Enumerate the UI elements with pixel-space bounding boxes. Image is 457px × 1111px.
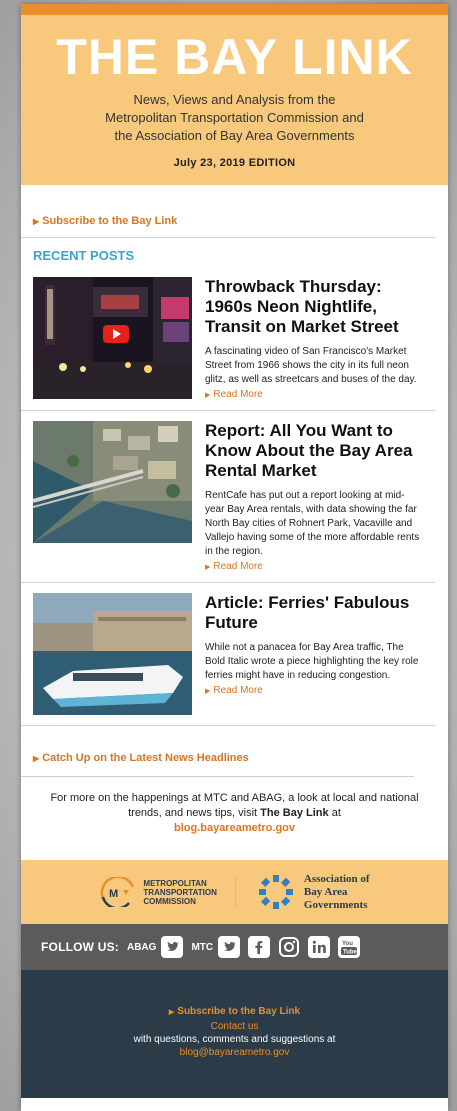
edition-date: July 23, 2019 EDITION <box>173 157 296 169</box>
read-more-link[interactable]: ▶ Read More <box>205 685 422 696</box>
masthead: THE BAY LINK News, Views and Analysis fr… <box>21 15 448 185</box>
email-link[interactable]: blog@bayareametro.gov <box>21 1047 448 1058</box>
contact-us-link[interactable]: Contact us <box>21 1021 448 1032</box>
newsletter: THE BAY LINK News, Views and Analysis fr… <box>21 4 448 1111</box>
linkedin-icon[interactable] <box>308 936 331 958</box>
contact-line: with questions, comments and suggestions… <box>133 1034 336 1045</box>
twitter-icon[interactable] <box>161 936 184 958</box>
svg-text:Tube: Tube <box>343 950 358 956</box>
footer: ▶ Subscribe to the Bay Link Contact us wi… <box>21 970 448 1098</box>
top-accent-bar <box>21 4 448 15</box>
mtc-label: MTC <box>191 941 214 953</box>
svg-text:You: You <box>342 941 353 947</box>
abag-name: Association of Bay Area Governments <box>304 873 370 912</box>
catchup-link-label: Catch Up on the Latest News Headlines <box>42 752 249 764</box>
read-more-label: Read More <box>213 685 263 696</box>
mtc-emblem-icon: M <box>101 877 135 907</box>
twitter-icon[interactable] <box>218 936 241 958</box>
post-thumbnail-aerial[interactable] <box>33 421 192 543</box>
follow-us-bar: FOLLOW US: ABAG MTC You Tube <box>21 924 448 970</box>
tagline: News, Views and Analysis from the Metrop… <box>21 91 448 145</box>
read-more-label: Read More <box>213 561 263 572</box>
post-thumbnail-ferry[interactable] <box>33 593 192 715</box>
abag-name-line: Governments <box>303 898 368 911</box>
ferry-image <box>33 593 192 715</box>
subscribe-link[interactable]: ▶ Subscribe to the Bay Link <box>33 215 177 227</box>
post-text: Throwback Thursday: 1960s Neon Nightlife… <box>192 277 422 400</box>
post-item: Report: All You Want to Know About the B… <box>21 411 435 583</box>
facebook-icon[interactable] <box>248 936 271 958</box>
arrow-right-icon: ▶ <box>205 564 211 571</box>
bay-link-logo: THE BAY LINK <box>56 29 413 85</box>
post-description: While not a panacea for Bay Area traffic… <box>205 642 419 681</box>
post-title[interactable]: Throwback Thursday: 1960s Neon Nightlife… <box>205 277 422 337</box>
follow-us-label: FOLLOW US: <box>41 940 119 954</box>
market-street-video-image <box>33 277 192 399</box>
tagline-line: the Association of Bay Area Governments <box>114 128 355 143</box>
abag-name-line: Bay Area <box>303 885 348 898</box>
mtc-name: METROPOLITAN TRANSPORTATION COMMISSION <box>143 879 216 906</box>
post-text: Report: All You Want to Know About the B… <box>192 421 422 572</box>
post-item: Article: Ferries' Fabulous Future While … <box>21 583 435 726</box>
mtc-name-line: COMMISSION <box>143 896 196 906</box>
post-description: RentCafe has put out a report looking at… <box>205 490 420 557</box>
subscribe-link-label: Subscribe to the Bay Link <box>42 215 178 227</box>
blog-url-link[interactable]: blog.bayareametro.gov <box>174 822 295 834</box>
mtc-logo[interactable]: M METROPOLITAN TRANSPORTATION COMMISSION <box>99 877 236 907</box>
arrow-right-icon: ▶ <box>33 754 40 763</box>
abag-emblem-icon <box>258 875 293 909</box>
blurb-at: at <box>331 807 341 819</box>
blurb-text: For more on the happenings at MTC and AB… <box>50 792 419 819</box>
post-description: A fascinating video of San Francisco's M… <box>205 346 417 385</box>
arrow-right-icon: ▶ <box>205 392 211 399</box>
arrow-right-icon: ▶ <box>33 217 40 226</box>
tagline-line: News, Views and Analysis from the <box>133 92 336 107</box>
youtube-icon[interactable]: You Tube <box>338 936 361 958</box>
post-text: Article: Ferries' Fabulous Future While … <box>192 593 422 715</box>
instagram-icon[interactable] <box>278 936 300 958</box>
read-more-link[interactable]: ▶ Read More <box>205 561 422 572</box>
footer-subscribe-link[interactable]: ▶ Subscribe to the Bay Link <box>21 1006 448 1017</box>
organizations-bar: M METROPOLITAN TRANSPORTATION COMMISSION <box>21 860 448 924</box>
blog-blurb: For more on the happenings at MTC and AB… <box>21 777 448 860</box>
catchup-link[interactable]: ▶ Catch Up on the Latest News Headlines <box>33 752 249 764</box>
read-more-link[interactable]: ▶ Read More <box>205 389 422 400</box>
post-title[interactable]: Article: Ferries' Fabulous Future <box>205 593 422 633</box>
tagline-line: Metropolitan Transportation Commission a… <box>105 110 364 125</box>
read-more-label: Read More <box>213 389 263 400</box>
recent-posts-heading: RECENT POSTS <box>33 248 135 263</box>
blurb-bold: The Bay Link <box>260 807 329 819</box>
footer-subscribe-label: Subscribe to the Bay Link <box>177 1006 301 1017</box>
subscribe-row: ▶ Subscribe to the Bay Link <box>21 185 435 238</box>
mtc-name-line: METROPOLITAN <box>143 878 207 888</box>
post-title[interactable]: Report: All You Want to Know About the B… <box>205 421 422 481</box>
aerial-city-image <box>33 421 192 543</box>
mtc-name-line: TRANSPORTATION <box>143 887 217 897</box>
arrow-right-icon: ▶ <box>168 1009 175 1016</box>
post-thumbnail-market-street[interactable] <box>33 277 192 399</box>
catchup-row: ▶ Catch Up on the Latest News Headlines <box>21 726 414 777</box>
arrow-right-icon: ▶ <box>205 688 211 695</box>
abag-label: ABAG <box>126 941 157 953</box>
svg-text:M: M <box>109 888 118 900</box>
abag-logo[interactable]: Association of Bay Area Governments <box>236 872 370 912</box>
post-item: Throwback Thursday: 1960s Neon Nightlife… <box>21 267 435 411</box>
abag-name-line: Association of <box>303 872 370 885</box>
